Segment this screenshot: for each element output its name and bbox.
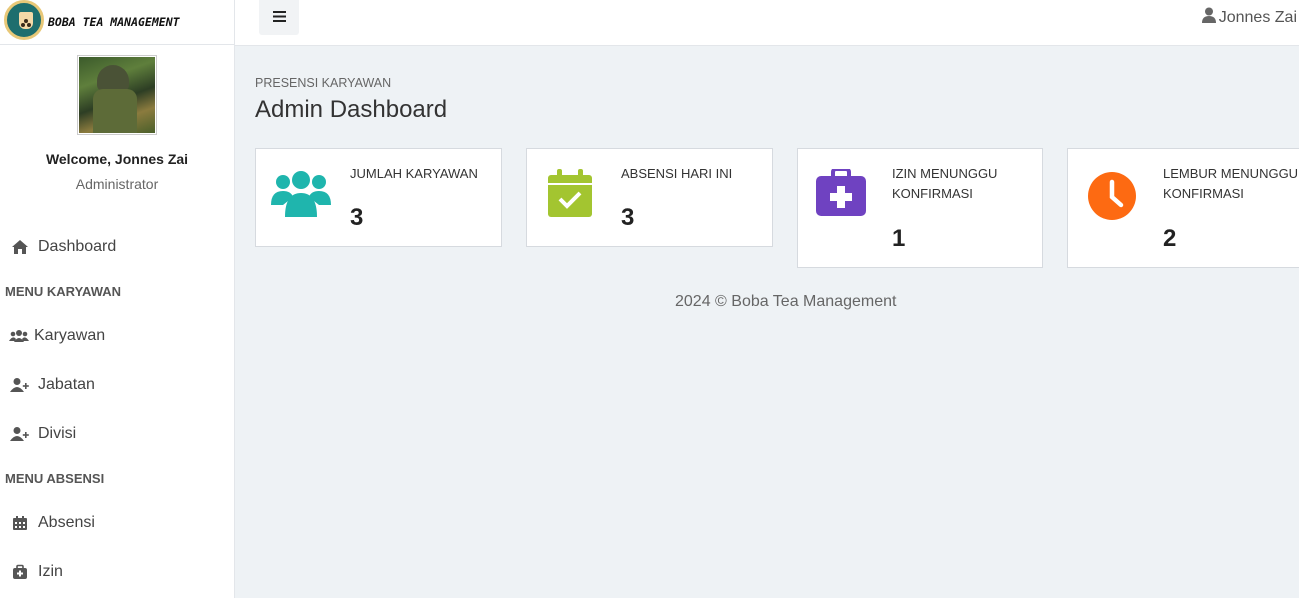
card-jumlah-karyawan[interactable]: JUMLAH KARYAWAN 3	[255, 148, 502, 247]
page-title: Admin Dashboard	[255, 96, 448, 123]
profile-panel: Welcome, Jonnes Zai Administrator	[0, 45, 234, 192]
users-icon	[9, 327, 29, 345]
card-value: 3	[621, 204, 635, 231]
medkit-icon	[816, 167, 866, 222]
brand[interactable]: BOBA TEA MANAGEMENT	[0, 0, 234, 45]
welcome-text: Welcome, Jonnes Zai	[45, 151, 189, 167]
sidebar-item-label: Karyawan	[34, 326, 106, 344]
brand-name: BOBA TEA MANAGEMENT	[48, 15, 180, 29]
card-lembur-menunggu[interactable]: LEMBUR MENUNGGU KONFIRMASI 2	[1067, 148, 1299, 268]
user-plus-icon	[10, 425, 30, 443]
avatar	[77, 55, 157, 135]
sidebar-nav: Dashboard MENU KARYAWAN Karyawan Jabatan…	[0, 222, 234, 596]
card-value: 2	[1163, 225, 1177, 252]
user-plus-icon	[10, 376, 30, 394]
medkit-icon	[10, 563, 30, 581]
home-icon	[10, 238, 30, 256]
sidebar-item-label: Dashboard	[38, 237, 117, 255]
card-label: JUMLAH KARYAWAN	[350, 166, 478, 181]
sidebar-item-karyawan[interactable]: Karyawan	[0, 311, 234, 360]
nav-header-karyawan: MENU KARYAWAN	[5, 283, 122, 299]
card-value: 3	[350, 204, 364, 231]
sidebar-item-label: Divisi	[38, 424, 77, 442]
sidebar-item-label: Absensi	[38, 513, 95, 531]
sidebar: BOBA TEA MANAGEMENT Welcome, Jonnes Zai …	[0, 0, 235, 598]
brand-logo	[4, 0, 44, 40]
sidebar-item-label: Izin	[38, 562, 63, 580]
sidebar-item-divisi[interactable]: Divisi	[0, 409, 234, 458]
calendar-check-icon	[548, 169, 592, 224]
card-label: ABSENSI HARI INI	[621, 166, 733, 181]
user-name: Jonnes Zai	[1218, 8, 1297, 26]
sidebar-item-jabatan[interactable]: Jabatan	[0, 360, 234, 409]
card-label: IZIN MENUNGGU KONFIRMASI	[892, 166, 998, 201]
nav-header-absensi: MENU ABSENSI	[5, 470, 105, 486]
user-menu[interactable]: Jonnes Zai	[1201, 7, 1297, 28]
users-icon	[271, 169, 331, 224]
breadcrumb: PRESENSI KARYAWAN	[255, 76, 392, 90]
footer: 2024 © Boba Tea Management	[675, 293, 897, 310]
user-icon	[1201, 7, 1216, 28]
clock-icon	[1087, 171, 1137, 226]
card-value: 1	[892, 225, 906, 252]
hamburger-icon	[272, 9, 286, 27]
card-label: LEMBUR MENUNGGU KONFIRMASI	[1163, 166, 1299, 201]
user-role: Administrator	[75, 176, 159, 192]
sidebar-item-absensi[interactable]: Absensi	[0, 498, 234, 547]
sidebar-item-dashboard[interactable]: Dashboard	[0, 222, 234, 271]
card-absensi-hari-ini[interactable]: ABSENSI HARI INI 3	[526, 148, 773, 247]
calendar-icon	[10, 514, 30, 532]
topbar: Jonnes Zai	[235, 0, 1299, 46]
menu-toggle-button[interactable]	[259, 0, 299, 35]
card-izin-menunggu[interactable]: IZIN MENUNGGU KONFIRMASI 1	[797, 148, 1043, 268]
sidebar-item-izin[interactable]: Izin	[0, 547, 234, 596]
sidebar-item-label: Jabatan	[38, 375, 95, 393]
